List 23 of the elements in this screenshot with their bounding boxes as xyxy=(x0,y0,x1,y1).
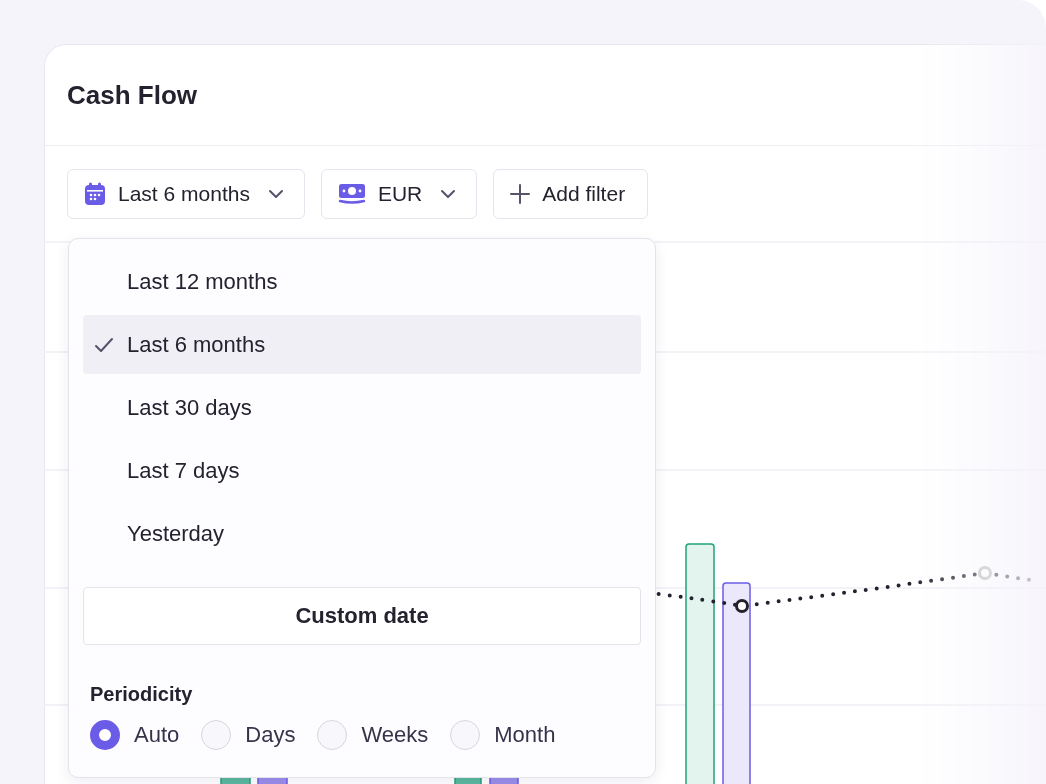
radio-option[interactable]: Month xyxy=(450,720,556,750)
calendar-icon xyxy=(84,182,106,206)
card-title: Cash Flow xyxy=(67,79,197,111)
filter-button[interactable]: Last 6 months xyxy=(67,169,305,219)
menu-item[interactable]: Last 12 months xyxy=(83,252,641,311)
radio-button[interactable] xyxy=(90,720,120,750)
radio-option[interactable]: Weeks xyxy=(317,720,429,750)
menu-item[interactable]: Last 30 days xyxy=(83,378,641,437)
filter-button[interactable]: Add filter xyxy=(493,169,649,219)
banknote-icon xyxy=(337,182,366,206)
custom-date-button[interactable]: Custom date xyxy=(83,587,641,645)
radio-option[interactable]: Days xyxy=(201,720,296,750)
data-point xyxy=(978,566,992,580)
chevron-down-icon xyxy=(440,189,457,199)
menu-item[interactable]: Last 6 months xyxy=(83,315,641,374)
data-point xyxy=(735,599,749,613)
menu-item[interactable]: Last 7 days xyxy=(83,441,641,500)
menu-item[interactable]: Yesterday xyxy=(83,504,641,563)
radio-option[interactable]: Auto xyxy=(90,720,180,750)
chevron-down-icon xyxy=(267,189,284,199)
periodicity-label: Periodicity xyxy=(90,683,193,706)
filter-button[interactable]: EUR xyxy=(320,169,478,219)
plus-icon xyxy=(510,184,531,204)
